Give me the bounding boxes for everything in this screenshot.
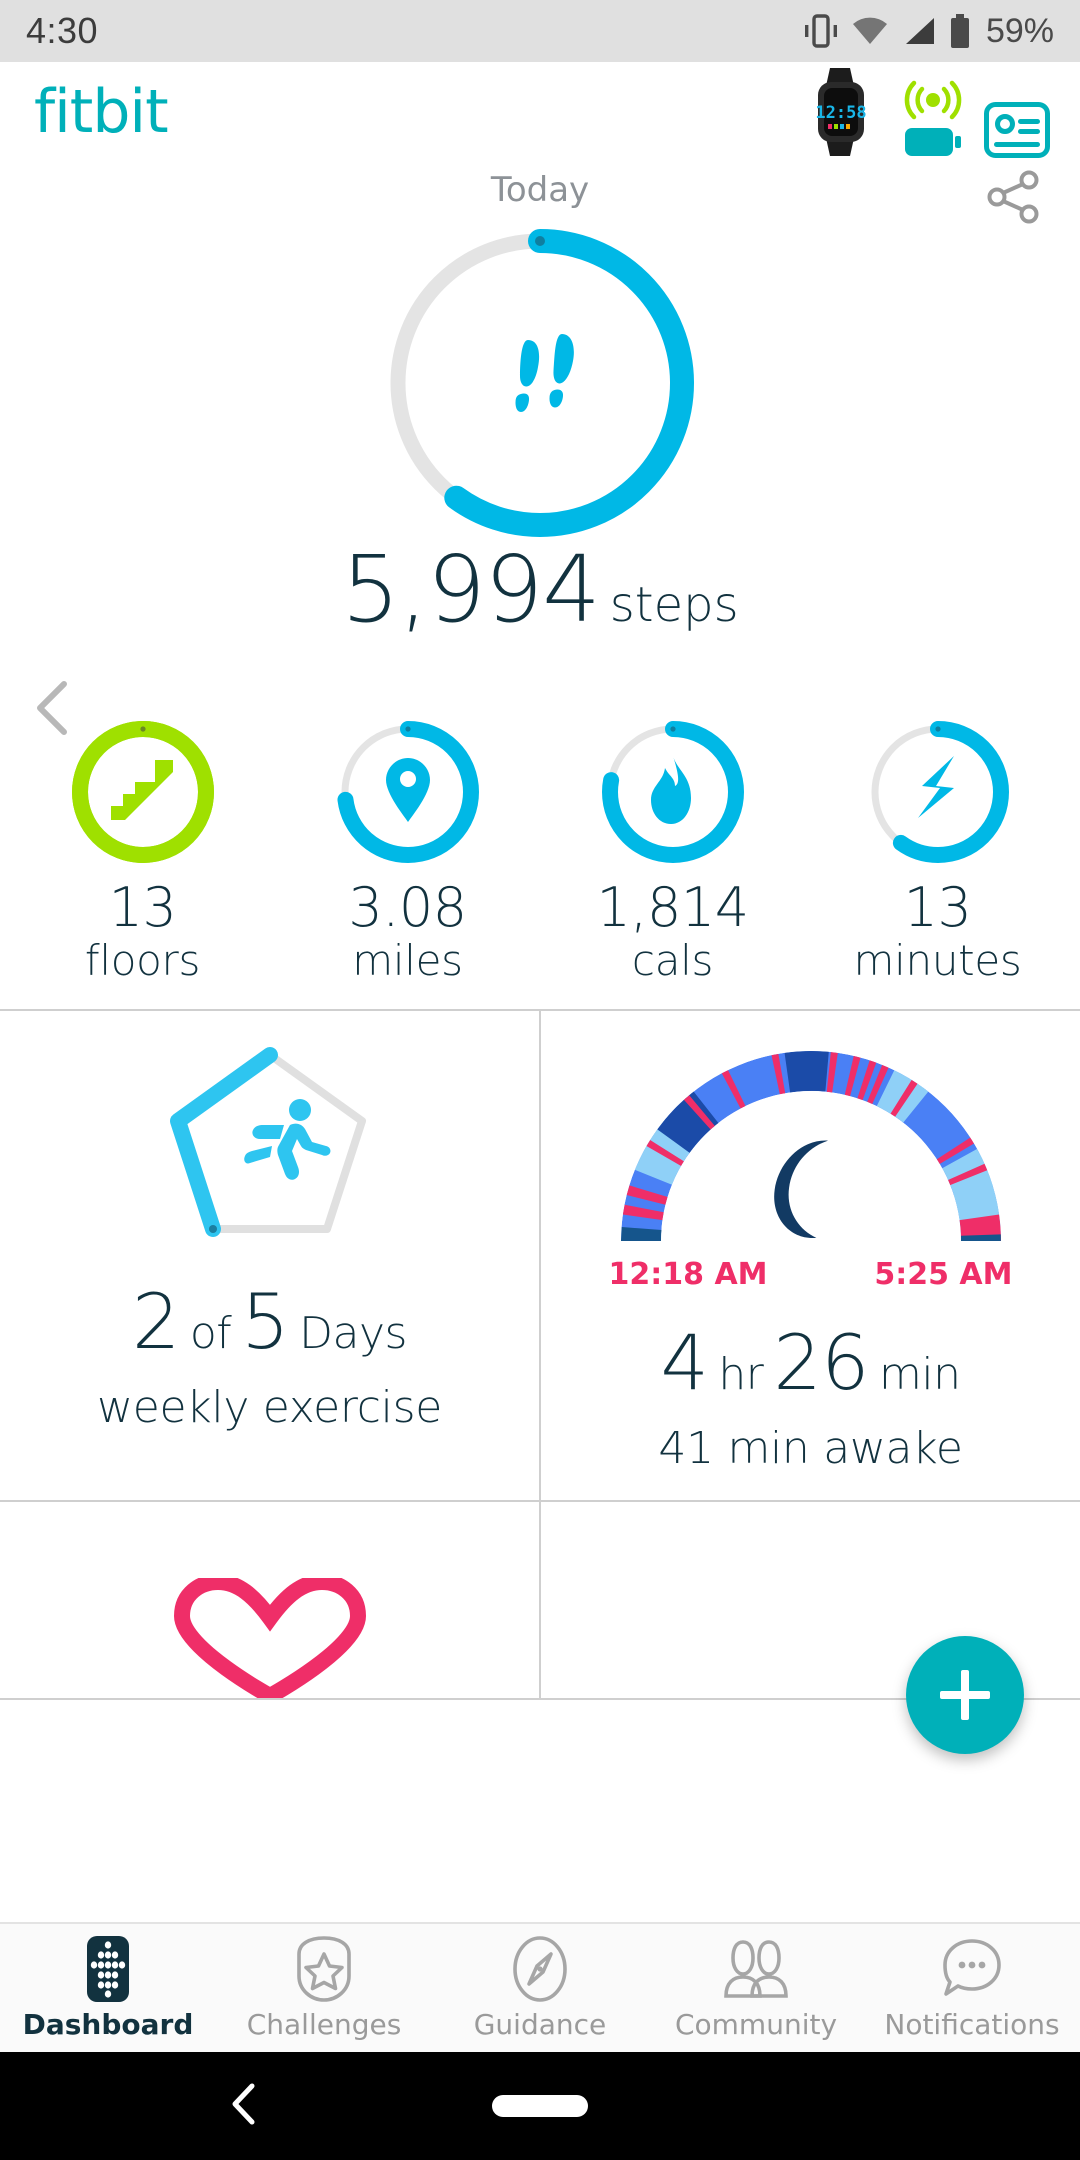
exercise-subtitle: weekly exercise [97, 1381, 442, 1433]
sleep-time-range: 12:18 AM 5:25 AM [609, 1257, 1013, 1292]
nav-item-notifications[interactable]: Notifications [864, 1936, 1080, 2041]
floors-label: floors [84, 935, 201, 985]
footsteps-icon [515, 334, 574, 412]
cals-progress-ring [601, 721, 744, 863]
battery-icon [950, 14, 969, 48]
svg-text:12:58: 12:58 [815, 103, 866, 123]
card-exercise[interactable]: 2 of 5 Days weekly exercise [0, 1011, 539, 1500]
minutes-value: 13 [903, 876, 972, 939]
exercise-connector: of [189, 1307, 232, 1359]
flame-icon [650, 756, 691, 824]
stairs-icon [110, 760, 173, 820]
cals-value: 1,814 [596, 876, 749, 939]
steps-value-row: 5,994 steps [0, 536, 1080, 643]
device-battery-icon [905, 128, 961, 156]
nav-item-challenges[interactable]: Challenges [216, 1935, 432, 2041]
lightning-bolt-icon [917, 756, 954, 818]
system-home-pill[interactable] [492, 2095, 588, 2117]
sleep-minutes: 26 [773, 1317, 870, 1407]
stat-floors[interactable]: 13 floors [10, 712, 275, 985]
exercise-summary: 2 of 5 Days [132, 1277, 407, 1366]
nav-label-challenges: Challenges [246, 2007, 402, 2041]
sleep-awake-subtitle: 41 min awake [658, 1422, 963, 1474]
sleep-hours-unit: hr [718, 1348, 764, 1400]
current-date-label[interactable]: Today [0, 162, 1080, 218]
speech-bubble-icon [943, 1938, 1001, 1996]
stat-cals[interactable]: 1,814 cals [540, 712, 805, 985]
cellular-signal-icon [905, 18, 934, 44]
header-icon-group: 12:58 [808, 66, 1050, 158]
back-chevron-icon [232, 2083, 255, 2124]
location-pin-icon [385, 758, 430, 822]
nav-label-notifications: Notifications [884, 2007, 1060, 2041]
minutes-progress-ring [866, 721, 1009, 863]
exercise-days-count: 2 [132, 1276, 180, 1366]
nav-label-dashboard: Dashboard [22, 2007, 194, 2041]
card-row-1: 2 of 5 Days weekly exercise 12:18 AM 5:2… [0, 1010, 1080, 1502]
sleep-stage-arc [620, 1050, 1001, 1241]
miles-value: 3.08 [348, 876, 467, 939]
exercise-days-unit: Days [299, 1307, 407, 1359]
running-person-icon [243, 1098, 330, 1180]
app-header: fitbit 12:58 [0, 62, 1080, 162]
sync-signal-icon [904, 80, 962, 120]
miles-progress-ring [336, 721, 479, 863]
shield-star-icon [297, 1935, 351, 2002]
stat-miles[interactable]: 3.08 miles [275, 712, 540, 985]
cals-label: cals [631, 935, 714, 985]
fitbit-watch-icon[interactable]: 12:58 [808, 66, 882, 158]
steps-hero[interactable]: 5,994 steps [0, 218, 1080, 735]
steps-count: 5,994 [341, 536, 600, 643]
nav-label-community: Community [674, 2007, 838, 2041]
people-icon [724, 1939, 788, 1998]
minutes-label: minutes [853, 935, 1022, 985]
previous-day-button[interactable] [32, 678, 76, 738]
floors-value: 13 [108, 876, 177, 939]
sleep-hours: 4 [660, 1317, 709, 1407]
sleep-duration: 4 hr 26 min [660, 1317, 961, 1407]
steps-progress-ring [386, 229, 694, 537]
miles-label: miles [352, 935, 463, 985]
exercise-shield-progress [169, 1046, 366, 1237]
status-bar-icons: 59% [804, 12, 1054, 51]
device-sync-status[interactable] [904, 80, 962, 158]
nav-label-guidance: Guidance [473, 2007, 607, 2041]
exercise-days-goal: 5 [241, 1276, 290, 1366]
stats-row: 13 floors 3.08 miles 1,814 cals 13 minut… [0, 712, 1080, 985]
nav-item-guidance[interactable]: Guidance [432, 1935, 648, 2041]
android-system-nav [0, 2052, 1080, 2160]
sleep-minutes-unit: min [879, 1348, 961, 1400]
bottom-navigation: Dashboard Challenges Guidance Community [0, 1922, 1080, 2052]
floors-progress-ring [71, 721, 214, 863]
steps-unit-label: steps [609, 577, 739, 633]
crescent-moon-icon [773, 1140, 828, 1238]
nav-item-dashboard[interactable]: Dashboard [0, 1935, 216, 2041]
fitbit-logo: fitbit [34, 77, 169, 147]
dashboard-cards: 2 of 5 Days weekly exercise 12:18 AM 5:2… [0, 1008, 1080, 1700]
sleep-start-time: 12:18 AM [608, 1256, 768, 1292]
battery-percent-label: 59% [985, 11, 1054, 50]
add-button[interactable] [906, 1636, 1024, 1754]
heart-icon [173, 1577, 366, 1698]
stat-minutes[interactable]: 13 minutes [805, 712, 1070, 985]
date-nav-row: Today [0, 162, 1080, 224]
dashboard-dots-icon [87, 1935, 129, 2002]
vibrate-icon [804, 14, 837, 48]
system-status-bar: 4:30 59% [0, 0, 1080, 62]
card-heart-rate[interactable] [0, 1502, 539, 1698]
system-back-button[interactable] [228, 2081, 262, 2132]
sleep-stage-segments [620, 1050, 1001, 1241]
card-sleep[interactable]: 12:18 AM 5:25 AM 4 hr 26 min 41 min awake [539, 1010, 1080, 1500]
account-card-icon[interactable] [984, 102, 1050, 158]
chevron-left-icon [37, 681, 67, 735]
nav-item-community[interactable]: Community [648, 1936, 864, 2041]
wifi-icon [852, 17, 887, 44]
sleep-end-time: 5:25 AM [874, 1256, 1013, 1292]
compass-icon [513, 1935, 567, 2002]
status-bar-clock: 4:30 [26, 10, 99, 51]
